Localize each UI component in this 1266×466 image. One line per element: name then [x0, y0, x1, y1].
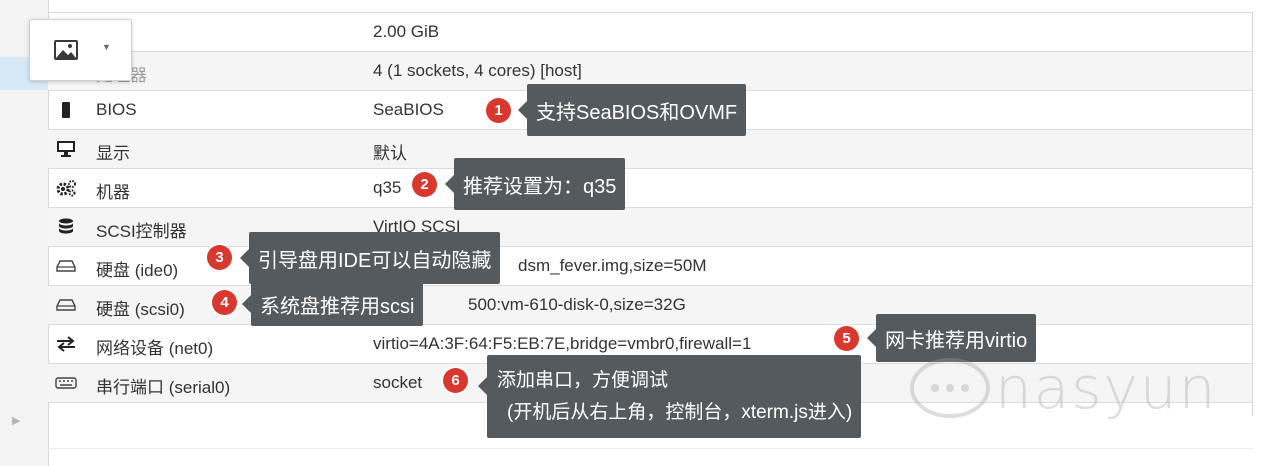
row-key: 硬盘 (ide0) [96, 261, 179, 280]
row-value: 500:vm-610-disk-0,size=32G [468, 295, 686, 314]
image-icon [53, 39, 79, 66]
table-border [1252, 12, 1253, 416]
bios-chip-icon [54, 99, 78, 121]
row-key: 网络设备 (net0) [96, 339, 214, 358]
row-value: 2.00 GiB [373, 22, 440, 41]
callout-badge: 5 [834, 326, 859, 351]
database-icon [54, 216, 78, 238]
callout-note: 引导盘用IDE可以自动隐藏 [239, 232, 501, 284]
row-key: 显示 [96, 144, 130, 163]
row-value: q35 [373, 178, 402, 197]
hdd-icon [54, 255, 78, 277]
row-value: dsm_fever.img,size=50M [518, 256, 707, 275]
row-value: 4 (1 sockets, 4 cores) [host] [373, 61, 582, 80]
callout-text: 系统盘推荐用scsi [260, 295, 415, 318]
callout-text-line-1: 添加串口，方便调试 [497, 369, 669, 391]
row-value: 默认 [373, 144, 407, 163]
hdd-icon [54, 294, 78, 316]
keyboard-icon [54, 372, 78, 394]
row-key: 串行端口 (serial0) [96, 378, 231, 397]
table-row[interactable]: SCSI控制器 VirtIO SCSI [48, 208, 1253, 247]
chevron-down-icon: ▼ [102, 42, 111, 52]
callout-note: 系统盘推荐用scsi [241, 282, 424, 326]
callout-note: 推荐设置为：q35 [444, 158, 626, 210]
gears-icon [54, 177, 78, 199]
row-key: BIOS [96, 100, 137, 119]
callout-note: 网卡推荐用virtio [866, 314, 1037, 362]
hardware-table: 内存 2.00 GiB 处理器 4 (1 sockets, 4 cores) [… [48, 12, 1253, 403]
callout-badge: 1 [486, 98, 511, 123]
row-key: 硬盘 (scsi0) [96, 300, 185, 319]
monitor-icon [54, 138, 78, 160]
callout-text: 引导盘用IDE可以自动隐藏 [258, 249, 492, 272]
callout-badge: 3 [207, 245, 232, 270]
callout-badge: 6 [443, 368, 468, 393]
row-value: socket [373, 373, 423, 392]
row-value: virtio=4A:3F:64:F5:EB:7E,bridge=vmbr0,fi… [373, 334, 752, 353]
callout-text: 支持SeaBIOS和OVMF [536, 101, 738, 124]
exchange-icon [54, 333, 78, 355]
image-popup-button[interactable]: ▼ [29, 19, 132, 81]
row-key: 机器 [96, 183, 130, 202]
callout-note: 支持SeaBIOS和OVMF [517, 84, 747, 136]
table-border [48, 448, 1253, 449]
row-value: SeaBIOS [373, 100, 444, 119]
callout-text: 网卡推荐用virtio [885, 329, 1028, 352]
expand-arrow-icon[interactable]: ▶ [12, 414, 20, 427]
table-row[interactable]: 机器 q35 [48, 169, 1253, 208]
row-key: SCSI控制器 [96, 222, 187, 241]
callout-text: 推荐设置为：q35 [463, 175, 617, 198]
table-row[interactable]: 内存 2.00 GiB [48, 13, 1253, 52]
callout-note: 添加串口，方便调试 (开机后从右上角，控制台，xterm.js进入) [477, 355, 862, 438]
callout-badge: 2 [412, 172, 437, 197]
callout-badge: 4 [212, 290, 237, 315]
callout-text-line-2: (开机后从右上角，控制台，xterm.js进入) [507, 401, 853, 423]
